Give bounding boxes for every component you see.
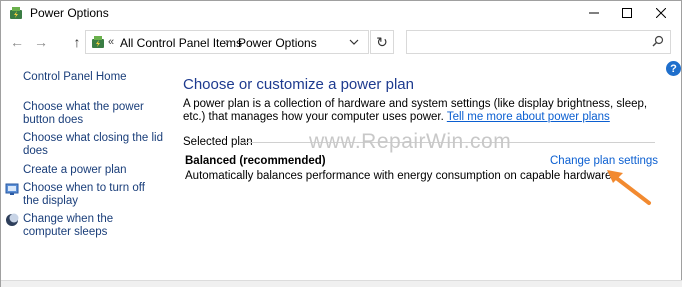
close-icon — [656, 8, 666, 18]
search-icon — [652, 35, 664, 47]
help-icon: ? — [670, 62, 677, 75]
up-button[interactable]: ↑ — [67, 32, 87, 52]
help-button[interactable]: ? — [666, 61, 681, 76]
title-bar[interactable]: Power Options — [1, 1, 681, 25]
breadcrumb-power-options[interactable]: Power Options — [238, 36, 317, 50]
sidebar-item-power-button[interactable]: Choose what the power button does — [23, 101, 173, 127]
change-plan-settings-link[interactable]: Change plan settings — [550, 155, 658, 167]
breadcrumb-separator[interactable]: › — [225, 35, 229, 49]
minimize-icon — [589, 12, 599, 14]
forward-arrow-icon: → — [34, 34, 48, 50]
minimize-button[interactable] — [577, 1, 611, 25]
up-arrow-icon: ↑ — [73, 34, 81, 50]
sleep-moon-icon — [5, 213, 19, 227]
search-input[interactable] — [406, 30, 671, 54]
breadcrumb-overflow[interactable]: « — [108, 36, 114, 48]
power-options-window: Power Options ← → ↑ « All Control Panel … — [0, 0, 682, 287]
watermark: www.RepairWin.com — [309, 130, 512, 153]
annotation-arrow-icon — [607, 170, 651, 205]
breadcrumb-all-control-panel-items[interactable]: All Control Panel Items — [120, 36, 242, 50]
maximize-icon — [622, 8, 632, 18]
refresh-icon: ↻ — [376, 33, 388, 50]
address-dropdown[interactable] — [346, 34, 362, 50]
control-panel-icon — [90, 34, 106, 50]
power-options-icon — [8, 5, 24, 21]
page-title: Choose or customize a power plan — [183, 76, 414, 93]
sidebar-item-create-plan[interactable]: Create a power plan — [23, 164, 127, 177]
maximize-button[interactable] — [610, 1, 644, 25]
window-title: Power Options — [30, 6, 109, 20]
plan-name: Balanced (recommended) — [185, 155, 326, 167]
chevron-down-icon — [349, 39, 359, 45]
sidebar-item-closing-lid[interactable]: Choose what closing the lid does — [23, 132, 173, 158]
sidebar-control-panel-home[interactable]: Control Panel Home — [23, 71, 127, 84]
plan-description: Automatically balances performance with … — [185, 170, 615, 182]
close-button[interactable] — [644, 1, 678, 25]
back-arrow-icon: ← — [10, 34, 24, 50]
sidebar-item-turn-off-display[interactable]: Choose when to turn off the display — [23, 182, 153, 208]
navigation-row: ← → ↑ « All Control Panel Items › Power … — [1, 29, 681, 55]
refresh-button[interactable]: ↻ — [370, 30, 394, 54]
window-bottom-edge — [1, 280, 682, 287]
tell-me-more-link[interactable]: Tell me more about power plans — [447, 111, 610, 123]
sidebar-item-computer-sleeps[interactable]: Change when the computer sleeps — [23, 213, 153, 239]
back-button[interactable]: ← — [7, 32, 27, 52]
display-shield-icon — [5, 182, 19, 196]
forward-button[interactable]: → — [31, 32, 51, 52]
page-description: A power plan is a collection of hardware… — [183, 98, 663, 124]
address-bar[interactable]: « All Control Panel Items › Power Option… — [85, 30, 369, 54]
